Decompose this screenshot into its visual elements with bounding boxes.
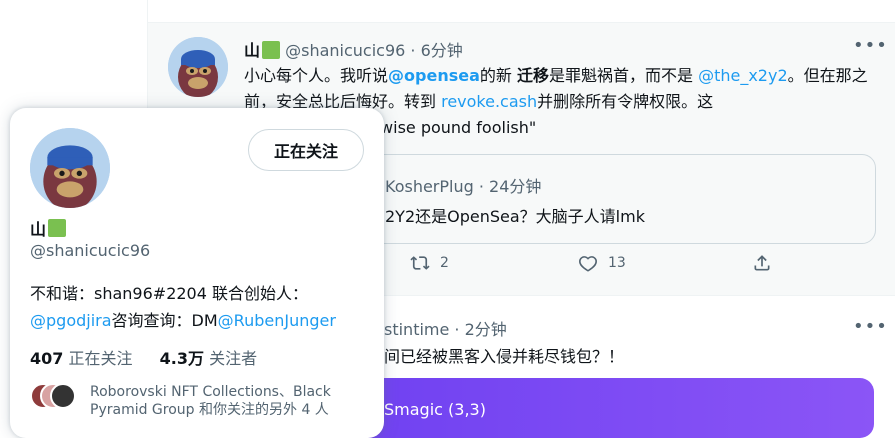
bio-text: 咨询查询：DM bbox=[111, 311, 218, 330]
mutual-followers-text: Roborovski NFT Collections、Black Pyramid… bbox=[90, 384, 331, 418]
followers-count: 4.3万 bbox=[159, 349, 204, 368]
quoted-tweet-text: 2Y2还是OpenSea？大脑子人请lmk bbox=[385, 207, 645, 226]
avatar bbox=[50, 383, 76, 409]
tweet-text-part: 是罪魁祸首，而不是 bbox=[548, 66, 699, 85]
heart-icon bbox=[578, 256, 598, 272]
avatar[interactable] bbox=[30, 128, 110, 208]
card-title: Smagic (3,3) bbox=[384, 400, 486, 419]
green-square-emoji bbox=[48, 219, 67, 237]
like-count: 13 bbox=[608, 255, 626, 271]
link-revoke-cash[interactable]: revoke.cash bbox=[441, 92, 537, 111]
quoted-tweet-header: KosherPlug · 24分钟 bbox=[385, 177, 542, 196]
profile-handle[interactable]: @shanicucic96 bbox=[30, 241, 150, 260]
previous-tweet-edge bbox=[148, 0, 895, 23]
tweet-text-bold: 迁移 bbox=[516, 66, 549, 85]
tweet-author-name[interactable]: 山 bbox=[244, 41, 260, 60]
following-label: 正在关注 bbox=[68, 349, 133, 368]
share-button[interactable] bbox=[752, 253, 772, 273]
like-button[interactable]: 13 bbox=[578, 253, 626, 273]
mutual-avatars bbox=[30, 383, 78, 409]
tweet-header: stintime · 2分钟 bbox=[384, 320, 507, 339]
following-count: 407 bbox=[30, 349, 64, 368]
profile-bio: 不和谐：shan96#2204 联合创始人： @pgodjira咨询查询：DM@R… bbox=[30, 280, 375, 334]
retweet-count: 2 bbox=[440, 255, 449, 271]
green-square-emoji bbox=[262, 41, 281, 59]
profile-hover-card: 正在关注 山 @shanicucic96 不和谐：shan96#2204 联合创… bbox=[10, 108, 384, 438]
ape-avatar-image bbox=[30, 128, 110, 208]
mention-rubenjunger[interactable]: @RubenJunger bbox=[218, 311, 336, 330]
tweet-text-part: 并删除所有令牌权限。这 bbox=[537, 92, 714, 111]
following-button[interactable]: 正在关注 bbox=[248, 129, 364, 171]
mention-the-x2y2[interactable]: @the_x2y2 bbox=[698, 66, 788, 85]
separator-dot: · bbox=[410, 41, 416, 60]
profile-name-text: 山 bbox=[30, 220, 47, 239]
tweet-text-part: 小心每个人。我听说 bbox=[244, 66, 389, 85]
more-options-icon[interactable]: ••• bbox=[853, 316, 888, 337]
followers-label: 关注者 bbox=[209, 349, 258, 368]
profile-stats: 407 正在关注 4.3万 关注者 bbox=[30, 345, 257, 369]
more-options-icon[interactable]: ••• bbox=[853, 35, 888, 56]
followers-stat[interactable]: 4.3万 关注者 bbox=[160, 349, 257, 368]
retweet-icon bbox=[410, 256, 430, 270]
mention-opensea[interactable]: @opensea bbox=[388, 66, 480, 85]
ape-avatar-image bbox=[168, 37, 228, 97]
bio-text: 不和谐：shan96#2204 联合创始人： bbox=[30, 284, 308, 303]
tweet-timestamp[interactable]: 6分钟 bbox=[421, 41, 463, 60]
retweet-button[interactable]: 2 bbox=[410, 253, 449, 273]
avatar[interactable] bbox=[168, 37, 228, 97]
tweet-text-part: 的新 bbox=[479, 66, 517, 85]
tweet-text: 间已经被黑客入侵并耗尽钱包？！ bbox=[384, 347, 625, 366]
share-icon bbox=[754, 255, 770, 271]
profile-name[interactable]: 山 bbox=[30, 216, 67, 240]
tweet-author-handle[interactable]: @shanicucic96 bbox=[285, 41, 405, 60]
following-stat[interactable]: 407 正在关注 bbox=[30, 349, 133, 368]
tweet-header: 山 @shanicucic96 · 6分钟 bbox=[244, 37, 463, 61]
mention-pgodjira[interactable]: @pgodjira bbox=[30, 311, 112, 330]
